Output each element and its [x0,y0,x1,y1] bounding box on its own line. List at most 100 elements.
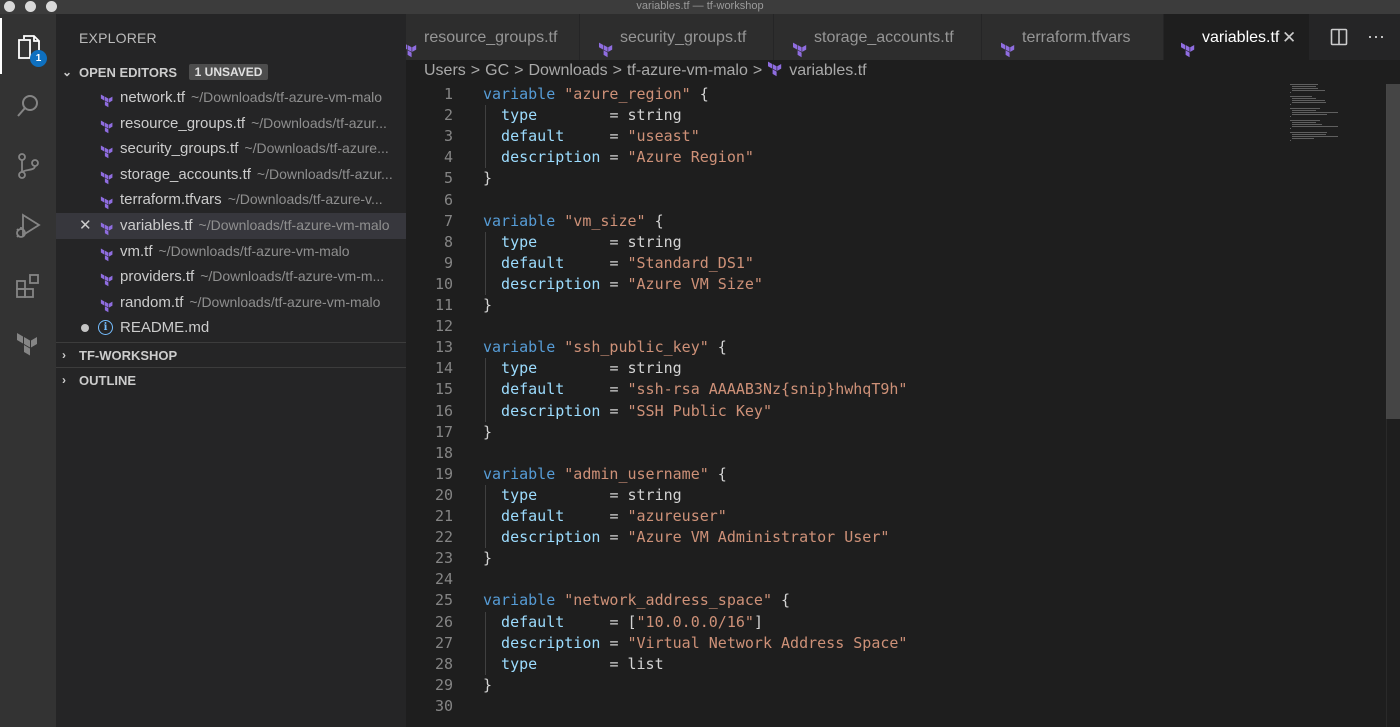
editor-actions: ⋯ [1310,14,1400,60]
breadcrumb-item[interactable]: GC [485,60,509,82]
open-editor-filename: README.md [120,319,209,336]
open-editor-item[interactable]: resource_groups.tf~/Downloads/tf-azur... [56,111,406,137]
open-editors-list: network.tf~/Downloads/tf-azure-vm-malore… [56,85,406,341]
tab-storage-accounts-tf[interactable]: storage_accounts.tf [774,14,982,60]
close-icon[interactable]: ✕ [79,213,92,239]
minimap-line [1292,138,1314,139]
minimap-line [1290,128,1291,129]
code-line: 14 type = string [406,358,1286,379]
activity-debug[interactable] [0,198,56,254]
open-editor-path: ~/Downloads/tf-azure-v... [228,191,383,207]
code-token: "ssh-rsa AAAAB3Nz{snip}hwhqT9h" [628,380,908,398]
minimap-line [1290,116,1291,117]
open-editor-path: ~/Downloads/tf-azur... [257,166,393,182]
minimap-line [1290,96,1312,97]
activity-search[interactable] [0,78,56,134]
open-editor-item[interactable]: terraform.tfvars~/Downloads/tf-azure-v..… [56,187,406,213]
scrollbar-thumb[interactable] [1386,84,1400,419]
breadcrumb-item[interactable]: Downloads [528,60,607,82]
tab-label: storage_accounts.tf [814,14,954,60]
breadcrumb-item[interactable]: variables.tf [789,60,866,82]
code-line: 22 description = "Azure VM Administrator… [406,527,1286,548]
close-icon[interactable]: ✕ [1282,14,1296,60]
tab-variables-tf[interactable]: variables.tf✕ [1164,14,1310,60]
code-text: } [483,675,492,696]
line-number: 11 [406,295,453,316]
code-token: = [609,380,627,398]
code-token: = list [609,655,663,673]
open-editor-filename: storage_accounts.tf [120,166,251,183]
code-token: } [483,296,492,314]
code-line: 23} [406,548,1286,569]
open-editor-item[interactable]: random.tf~/Downloads/tf-azure-vm-malo [56,290,406,316]
open-editor-item[interactable]: iREADME.md [56,315,406,341]
code-text: } [483,548,492,569]
breadcrumb-item[interactable]: tf-azure-vm-malo [627,60,748,82]
activity-extensions[interactable] [0,258,56,314]
open-editor-filename: security_groups.tf [120,140,238,157]
code-token: type [483,359,609,377]
code-token: = [609,254,627,272]
outline-section-header[interactable]: › OUTLINE [56,367,406,392]
chevron-right-icon: › [62,368,74,393]
activity-explorer[interactable]: 1 [0,18,56,74]
line-number: 5 [406,168,453,189]
activity-terraform[interactable] [0,318,56,374]
code-token: "Virtual Network Address Space" [628,634,908,652]
code-token: { [646,212,664,230]
minimap[interactable] [1290,84,1350,144]
code-line: 28 type = list [406,654,1286,675]
open-editor-item[interactable]: network.tf~/Downloads/tf-azure-vm-malo [56,85,406,111]
code-token: variable [483,212,564,230]
minimap-line [1292,126,1338,127]
code-token: type [483,106,609,124]
code-token: variable [483,338,564,356]
extensions-icon [14,272,42,300]
more-actions-icon[interactable]: ⋯ [1367,14,1385,60]
terraform-file-icon [100,168,114,182]
open-editor-item[interactable]: vm.tf~/Downloads/tf-azure-vm-malo [56,239,406,265]
code-editor[interactable]: 1variable "azure_region" {2 type = strin… [406,84,1400,727]
code-line: 24 [406,569,1286,590]
code-text: description = "Azure Region" [483,147,754,168]
debug-icon [14,212,42,240]
open-editor-path: ~/Downloads/tf-azure-vm-m... [200,268,384,284]
code-text: type = string [483,232,682,253]
code-text: variable "network_address_space" { [483,590,790,611]
minimap-line [1290,108,1320,109]
tab-terraform-tfvars[interactable]: terraform.tfvars [982,14,1164,60]
activity-bar: 1 [0,14,56,727]
vertical-scrollbar[interactable] [1386,84,1400,727]
code-line: 15 default = "ssh-rsa AAAAB3Nz{snip}hwhq… [406,379,1286,400]
code-text: description = "Virtual Network Address S… [483,633,907,654]
terraform-file-icon [100,91,114,105]
open-editor-item[interactable]: ✕variables.tf~/Downloads/tf-azure-vm-mal… [56,213,406,239]
code-text: default = ["10.0.0.0/16"] [483,612,763,633]
code-text: variable "admin_username" { [483,464,727,485]
line-number: 7 [406,211,453,232]
line-number: 8 [406,232,453,253]
workspace-section-header[interactable]: › TF-WORKSHOP [56,342,406,367]
line-number: 2 [406,105,453,126]
code-token: variable [483,85,564,103]
code-token: ] [754,613,763,631]
window-title: variables.tf — tf-workshop [0,0,1400,13]
breadcrumb-item[interactable]: Users [424,60,466,82]
code-line: 11} [406,295,1286,316]
code-text: variable "ssh_public_key" { [483,337,727,358]
open-editor-item[interactable]: security_groups.tf~/Downloads/tf-azure..… [56,136,406,162]
tab-resource-groups-tf[interactable]: resource_groups.tf [406,14,580,60]
split-editor-icon[interactable] [1330,14,1348,60]
code-token: "vm_size" [564,212,645,230]
code-line: 12 [406,316,1286,337]
open-editor-filename: providers.tf [120,268,194,285]
open-editors-header[interactable]: ⌄ OPEN EDITORS 1 UNSAVED [56,60,406,85]
minimap-line [1292,88,1318,89]
tab-security-groups-tf[interactable]: security_groups.tf [580,14,774,60]
activity-source-control[interactable] [0,138,56,194]
open-editor-item[interactable]: providers.tf ~/Downloads/tf-azure-vm-m... [56,264,406,290]
open-editor-item[interactable]: storage_accounts.tf ~/Downloads/tf-azur..… [56,162,406,188]
line-number: 26 [406,612,453,633]
code-text: type = string [483,485,682,506]
code-line: 30 [406,696,1286,717]
